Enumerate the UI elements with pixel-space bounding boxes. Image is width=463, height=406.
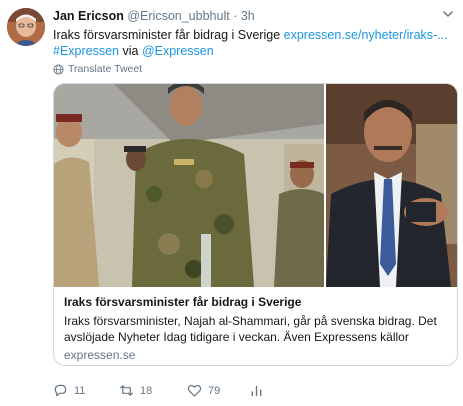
tweet-actions: 11 18 79 xyxy=(53,383,353,401)
globe-icon xyxy=(53,63,64,75)
link-card[interactable]: Iraks försvarsminister får bidrag i Sver… xyxy=(53,83,458,366)
like-button[interactable]: 79 xyxy=(187,383,220,398)
reply-button[interactable]: 11 xyxy=(53,383,85,398)
chevron-down-icon[interactable] xyxy=(441,7,455,21)
tweet-url-link[interactable]: expressen.se/nyheter/iraks-... xyxy=(284,28,448,42)
translate-label: Translate Tweet xyxy=(68,63,143,75)
mention-link[interactable]: @Expressen xyxy=(142,44,214,58)
via-text: via xyxy=(119,44,142,58)
analytics-icon xyxy=(251,385,262,397)
analytics-button[interactable] xyxy=(249,383,264,398)
card-photo-minister xyxy=(326,84,457,287)
avatar[interactable] xyxy=(7,8,45,46)
card-description: Iraks försvarsminister, Najah al-Shammar… xyxy=(64,314,437,344)
separator: · xyxy=(233,9,238,23)
author-name[interactable]: Jan Ericson xyxy=(53,9,124,23)
tweet-text-body: Iraks försvarsminister får bidrag i Sver… xyxy=(53,28,284,42)
author-handle[interactable]: @Ericson_ubbhult xyxy=(127,9,229,23)
card-body: Iraks försvarsminister får bidrag i Sver… xyxy=(64,295,454,362)
retweet-icon xyxy=(119,384,134,397)
timestamp[interactable]: 3h xyxy=(241,9,255,23)
card-title[interactable]: Iraks försvarsminister får bidrag i Sver… xyxy=(64,295,454,310)
like-count: 79 xyxy=(208,384,221,397)
reply-icon xyxy=(54,384,67,397)
retweet-count: 18 xyxy=(140,384,153,397)
card-photo-officers xyxy=(54,84,324,287)
tweet[interactable]: Jan Ericson @Ericson_ubbhult · 3h Iraks … xyxy=(0,0,463,406)
retweet-button[interactable]: 18 xyxy=(119,383,152,398)
translate-tweet-button[interactable]: Translate Tweet xyxy=(53,63,142,75)
card-domain: expressen.se xyxy=(64,348,136,362)
tweet-header: Jan Ericson @Ericson_ubbhult · 3h xyxy=(53,9,255,23)
reply-count: 11 xyxy=(74,384,86,397)
tweet-text: Iraks försvarsminister får bidrag i Sver… xyxy=(53,27,448,59)
like-icon xyxy=(187,384,202,397)
hashtag-link[interactable]: #Expressen xyxy=(53,44,119,58)
